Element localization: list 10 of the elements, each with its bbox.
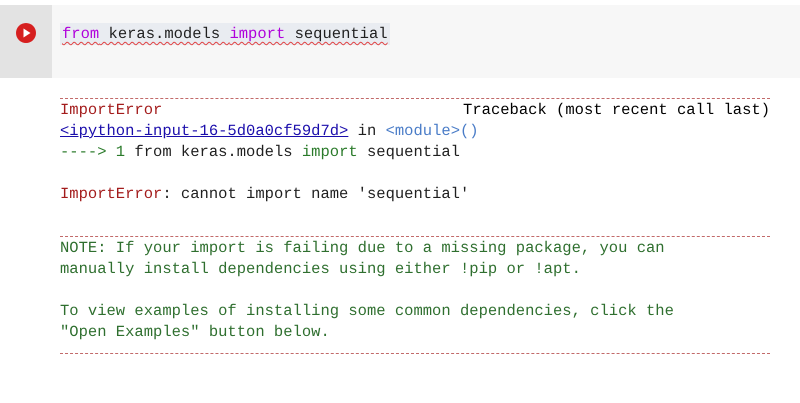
play-icon xyxy=(15,22,37,44)
traceback-label: Traceback (most recent call last) xyxy=(463,100,770,121)
note-text: NOTE: If your import is failing due to a missing package, you can manually install dependencies using either !pip or !apt. xyxy=(60,238,666,280)
error-type: ImportError xyxy=(60,100,162,121)
file-link[interactable]: <ipython-input-16-5d0a0cf59d7d> xyxy=(60,122,348,140)
source-line: ----> 1 from keras.models import sequential xyxy=(60,142,461,163)
error-message: ImportError: cannot import name 'sequential' xyxy=(60,184,470,205)
run-button[interactable] xyxy=(15,22,37,44)
traceback-location: <ipython-input-16-5d0a0cf59d7d> in <module>() xyxy=(60,121,480,142)
hint-text: To view examples of installing some common dependencies, click the "Open Examples" button below. xyxy=(60,301,675,343)
